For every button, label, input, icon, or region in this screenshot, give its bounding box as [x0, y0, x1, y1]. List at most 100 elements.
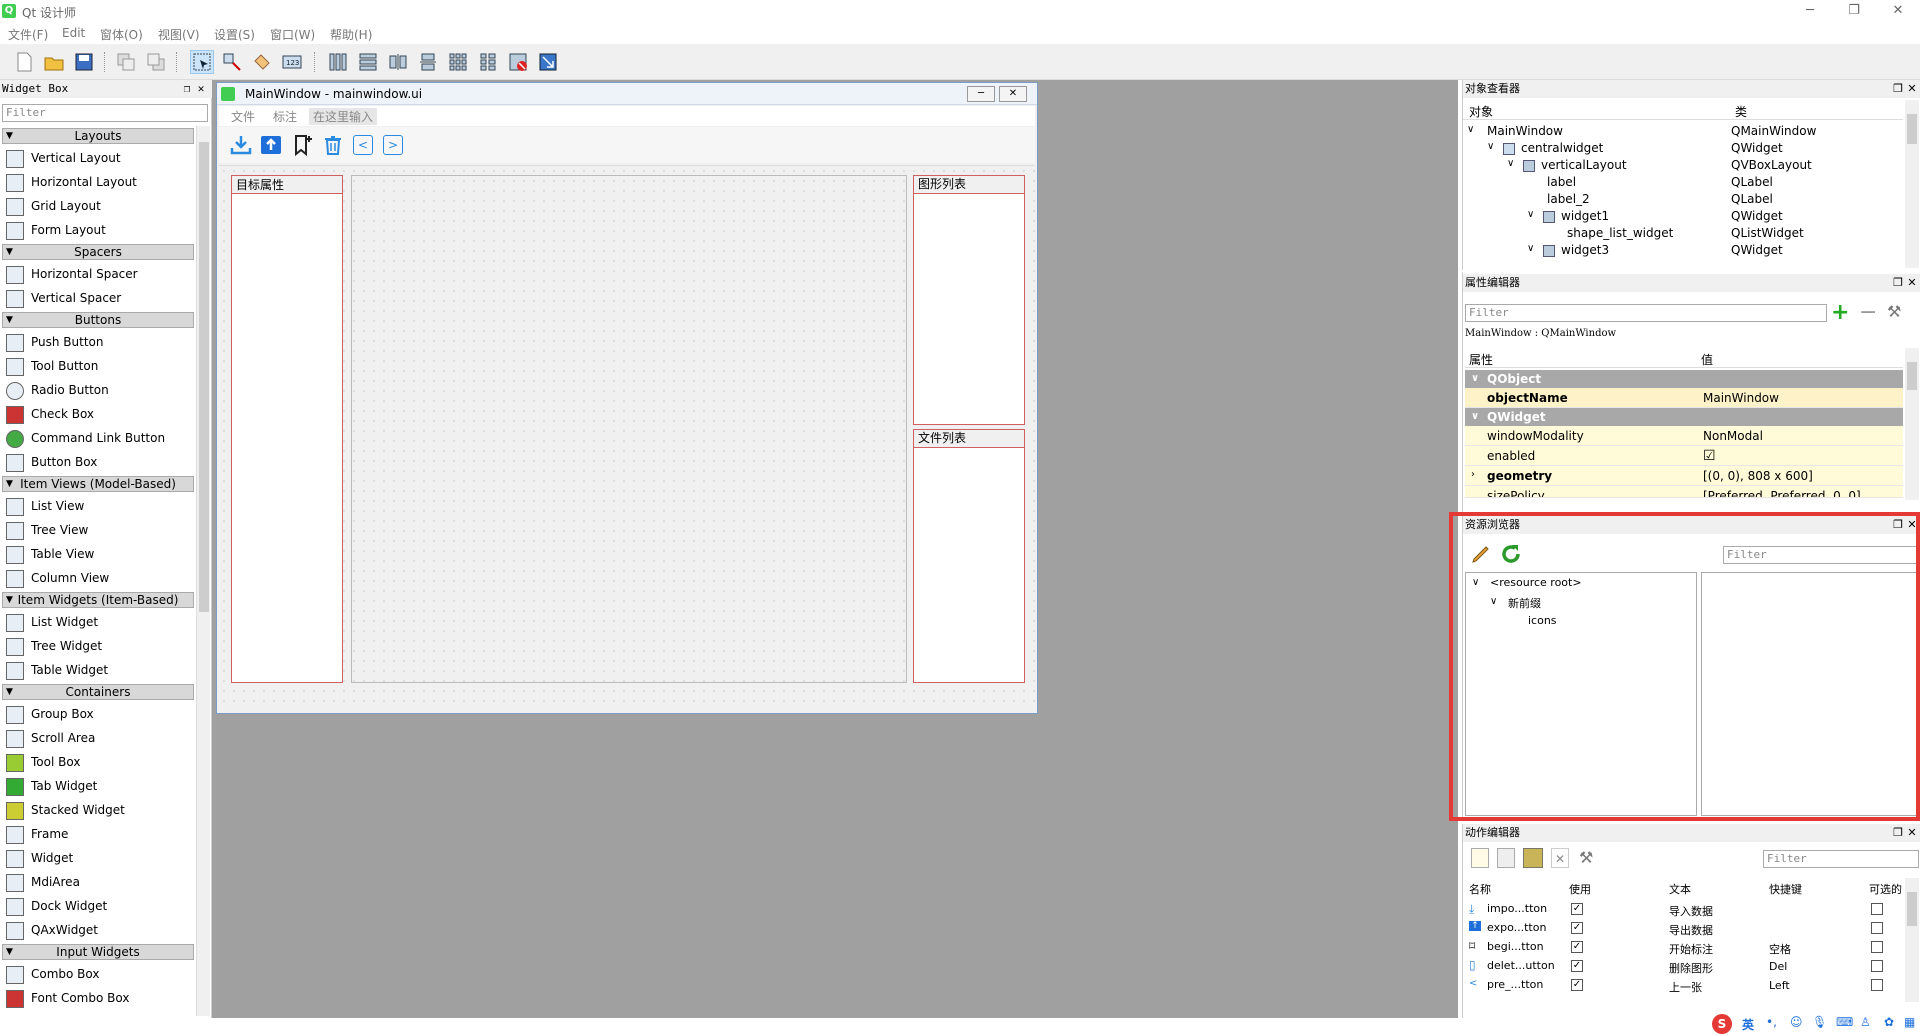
wb-item[interactable]: Button Box: [6, 450, 97, 474]
wb-item[interactable]: MdiArea: [6, 870, 80, 894]
wb-item[interactable]: Tool Button: [6, 354, 98, 378]
tree-row[interactable]: widget3: [1543, 243, 1609, 257]
edit-tab-order-icon[interactable]: 123: [280, 50, 304, 74]
punctuation-icon[interactable]: •,: [1766, 1015, 1777, 1029]
wb-item[interactable]: Push Button: [6, 330, 104, 354]
tree-row[interactable]: MainWindow: [1487, 124, 1563, 138]
wb-item[interactable]: Check Box: [6, 402, 94, 426]
cat-item-views[interactable]: ▼ Item Views (Model-Based): [2, 476, 194, 492]
target-props-list[interactable]: [231, 193, 343, 683]
next-icon[interactable]: >: [383, 135, 403, 155]
cat-buttons[interactable]: ▼ Buttons: [2, 312, 194, 328]
send-back-icon[interactable]: [114, 50, 138, 74]
menu-window[interactable]: 窗口(W): [270, 26, 315, 43]
cat-containers[interactable]: ▼ Containers: [2, 684, 194, 700]
resource-files-view[interactable]: [1701, 572, 1919, 816]
wrench-icon[interactable]: ⚒: [1887, 302, 1901, 321]
menu-settings[interactable]: 设置(S): [214, 26, 255, 43]
wb-item[interactable]: Radio Button: [6, 378, 109, 402]
add-property-icon[interactable]: +: [1831, 300, 1849, 325]
layout-vsplit-icon[interactable]: [416, 50, 440, 74]
wb-item[interactable]: Grid Layout: [6, 194, 101, 218]
shape-list-widget[interactable]: [913, 193, 1025, 425]
table-row[interactable]: < pre_...tton ✓ 上一张 Left: [1465, 976, 1903, 995]
wb-item[interactable]: Dock Widget: [6, 894, 107, 918]
property-row[interactable]: › geometry [(0, 0), 808 x 600]: [1465, 466, 1903, 486]
grid-menu-icon[interactable]: ▦: [1904, 1015, 1915, 1029]
group-qwidget[interactable]: ∨ QWidget: [1465, 408, 1903, 426]
col-property[interactable]: 属性: [1469, 351, 1493, 368]
widget-box-scrollbar[interactable]: [196, 126, 210, 1016]
delete-icon[interactable]: [321, 133, 345, 157]
tree-row[interactable]: label_2: [1547, 192, 1590, 206]
close-icon[interactable]: ✕: [1905, 824, 1919, 842]
tree-row[interactable]: widget1: [1543, 209, 1609, 223]
wb-item[interactable]: Tree View: [6, 518, 88, 542]
wb-item[interactable]: Tool Box: [6, 750, 80, 774]
new-file-icon[interactable]: [12, 50, 36, 74]
chevron-down-icon[interactable]: ∨: [1527, 243, 1534, 254]
form-menu-type-here[interactable]: 在这里输入: [309, 108, 378, 125]
new-action-icon[interactable]: [1471, 848, 1489, 868]
adjust-size-icon[interactable]: [536, 50, 560, 74]
file-list-widget[interactable]: [913, 447, 1025, 683]
form-menu-file[interactable]: 文件: [231, 108, 255, 125]
wb-item[interactable]: Column View: [6, 566, 109, 590]
cat-spacers[interactable]: ▼ Spacers: [2, 244, 194, 260]
wb-item[interactable]: Horizontal Spacer: [6, 262, 138, 286]
menu-form[interactable]: 窗体(O): [100, 26, 143, 43]
keyboard-icon[interactable]: ⌨: [1836, 1015, 1853, 1029]
wb-item[interactable]: Group Box: [6, 702, 94, 726]
close-icon[interactable]: ✕: [1905, 516, 1919, 534]
menu-file[interactable]: 文件(F): [8, 26, 48, 43]
layout-hsplit-icon[interactable]: [386, 50, 410, 74]
wb-item[interactable]: Scroll Area: [6, 726, 95, 750]
microphone-icon[interactable]: 🎙: [1812, 1015, 1827, 1029]
wb-item[interactable]: Font Combo Box: [6, 986, 129, 1010]
menu-help[interactable]: 帮助(H): [330, 26, 372, 43]
property-scrollbar[interactable]: [1905, 348, 1919, 500]
col-used[interactable]: 使用: [1569, 881, 1591, 897]
close-icon[interactable]: ✕: [1905, 80, 1919, 98]
chevron-down-icon[interactable]: ∨: [1490, 596, 1497, 607]
float-icon[interactable]: ❐: [1891, 824, 1905, 842]
wb-item[interactable]: Combo Box: [6, 962, 100, 986]
action-scrollbar[interactable]: [1905, 878, 1919, 1002]
close-button[interactable]: ✕: [1876, 0, 1920, 24]
wrench-icon[interactable]: ⚒: [1579, 848, 1593, 867]
chevron-down-icon[interactable]: ∨: [1487, 141, 1494, 152]
wb-item[interactable]: Tab Widget: [6, 774, 97, 798]
wb-item[interactable]: List Widget: [6, 610, 98, 634]
form-close-button[interactable]: ✕: [999, 86, 1027, 102]
minimize-button[interactable]: ─: [1788, 0, 1832, 24]
chevron-down-icon[interactable]: ∨: [1467, 124, 1474, 135]
property-row[interactable]: windowModality NonModal: [1465, 426, 1903, 446]
wb-item[interactable]: Vertical Layout: [6, 146, 121, 170]
emoji-icon[interactable]: ☺: [1790, 1015, 1803, 1029]
layout-form-icon[interactable]: [476, 50, 500, 74]
close-icon[interactable]: ✕: [194, 80, 208, 98]
col-value[interactable]: 值: [1701, 351, 1713, 368]
form-menu-annotate[interactable]: 标注: [273, 108, 297, 125]
import-icon[interactable]: [229, 133, 253, 157]
table-row[interactable]: ⤓ impo...tton ✓ 导入数据: [1465, 900, 1903, 919]
remove-property-icon[interactable]: −: [1859, 300, 1877, 325]
wb-item[interactable]: Stacked Widget: [6, 798, 125, 822]
cat-input-widgets[interactable]: ▼ Input Widgets: [2, 944, 194, 960]
tree-row[interactable]: label: [1547, 175, 1576, 189]
close-icon[interactable]: ✕: [1905, 274, 1919, 292]
property-filter-input[interactable]: Filter: [1465, 304, 1827, 322]
table-row[interactable]: ⌑ begi...tton ✓ 开始标注 空格: [1465, 938, 1903, 957]
col-shortcut[interactable]: 快捷键: [1769, 881, 1802, 897]
skin-icon[interactable]: ✿: [1884, 1015, 1894, 1029]
chevron-down-icon[interactable]: ∨: [1472, 577, 1479, 588]
sogou-ime-icon[interactable]: S: [1712, 1014, 1732, 1034]
wb-item[interactable]: Tree Widget: [6, 634, 102, 658]
float-icon[interactable]: ❐: [1891, 274, 1905, 292]
cat-item-widgets[interactable]: ▼ Item Widgets (Item-Based): [2, 592, 194, 608]
user-icon[interactable]: ♙: [1860, 1015, 1871, 1029]
widget-filter-input[interactable]: Filter: [2, 104, 208, 122]
chevron-down-icon[interactable]: ∨: [1527, 209, 1534, 220]
group-qobject[interactable]: ∨ QObject: [1465, 370, 1903, 388]
export-icon[interactable]: [259, 133, 283, 157]
